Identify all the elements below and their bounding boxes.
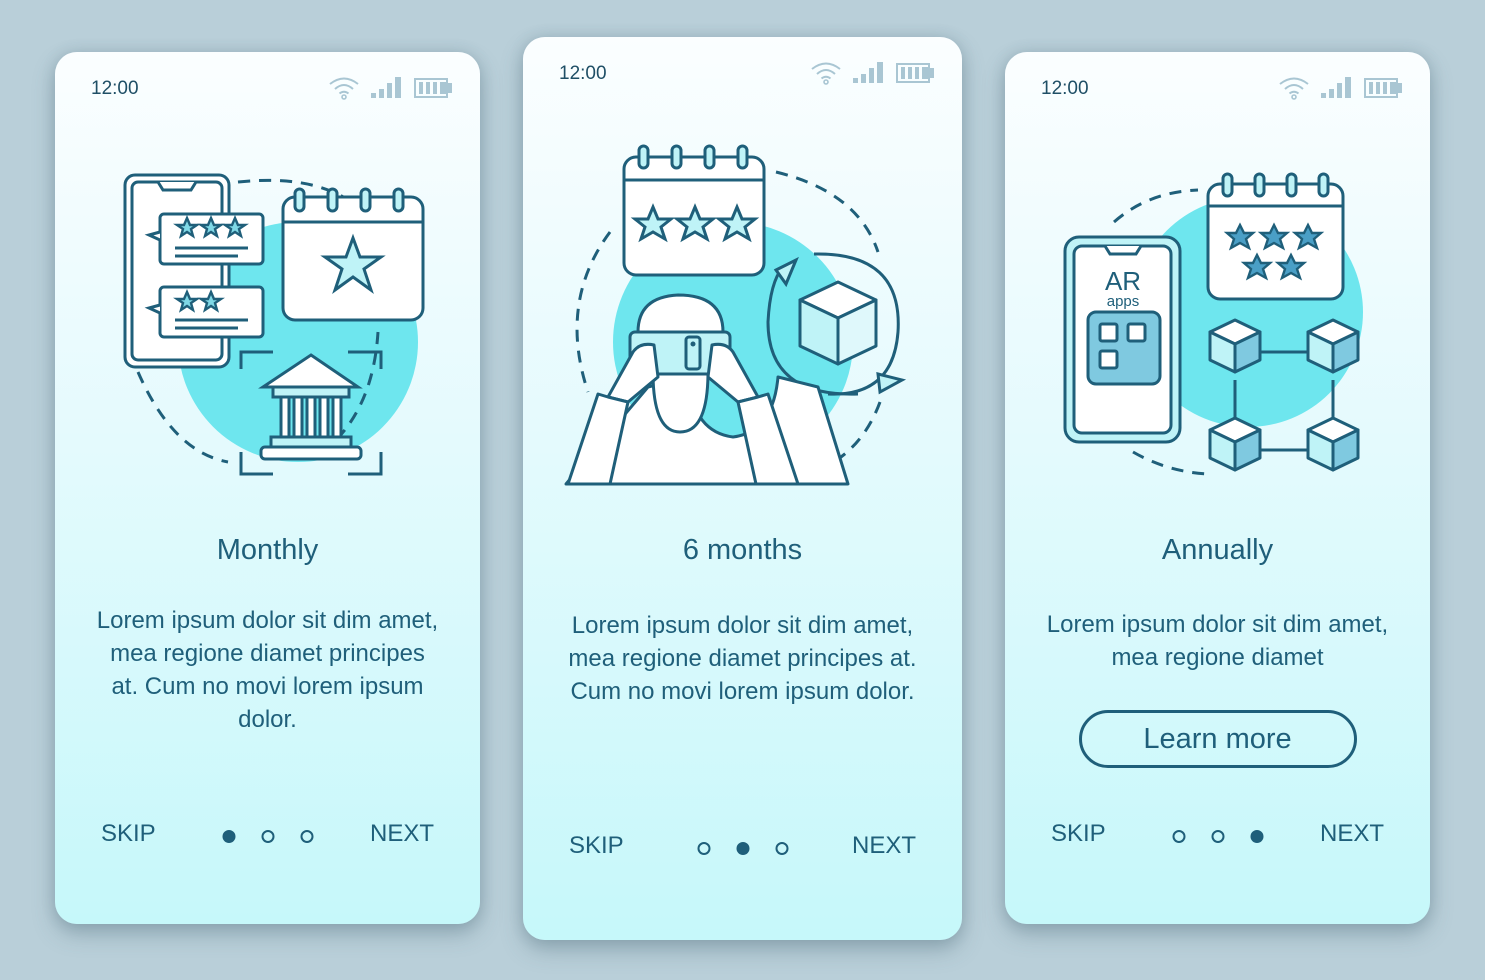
next-button[interactable]: NEXT xyxy=(1320,820,1384,848)
signal-icon xyxy=(853,62,883,83)
pagination-dots xyxy=(1172,830,1263,843)
battery-icon xyxy=(414,78,452,98)
page-dot[interactable] xyxy=(697,842,710,855)
battery-icon xyxy=(1364,78,1402,98)
onboarding-footer: SKIP NEXT xyxy=(55,820,480,860)
block-cube-icon xyxy=(1208,416,1261,472)
block-cube-icon xyxy=(1306,318,1359,374)
signal-icon xyxy=(371,77,401,98)
screen-title: Monthly xyxy=(216,534,319,566)
screen-description: Lorem ipsum dolor sit dim amet, mea regi… xyxy=(1046,611,1389,671)
calendar-icon xyxy=(622,144,765,277)
onboarding-screen-6-months: 12:00 6 months Lorem ipsum dolor sit dim… xyxy=(523,37,962,940)
status-time: 12:00 xyxy=(559,63,607,84)
wifi-icon xyxy=(1279,77,1309,100)
skip-button[interactable]: SKIP xyxy=(101,820,156,848)
illustration-ar-apps: AR apps xyxy=(1005,147,1430,527)
page-dot[interactable] xyxy=(1172,830,1185,843)
page-dot-active[interactable] xyxy=(736,842,749,855)
cube-icon xyxy=(798,280,877,366)
skip-button[interactable]: SKIP xyxy=(569,832,624,860)
pagination-dots xyxy=(222,830,313,843)
screen-description: Lorem ipsum dolor sit dim amet, mea regi… xyxy=(96,607,439,733)
screen-description: Lorem ipsum dolor sit dim amet, mea regi… xyxy=(568,612,917,705)
next-button[interactable]: NEXT xyxy=(852,832,916,860)
phone-apps-text: apps xyxy=(1106,293,1139,310)
onboarding-footer: SKIP NEXT xyxy=(523,832,962,872)
page-dot[interactable] xyxy=(775,842,788,855)
status-icons xyxy=(1278,76,1404,100)
status-icons xyxy=(328,76,454,100)
block-cube-icon xyxy=(1208,318,1261,374)
phone-ar-text: AR xyxy=(1104,266,1140,296)
page-dot[interactable] xyxy=(1211,830,1224,843)
onboarding-screen-annually: 12:00 AR apps Annually Lorem ipsum dolor… xyxy=(1005,52,1430,924)
illustration-ar-person xyxy=(523,132,962,512)
skip-button[interactable]: SKIP xyxy=(1051,820,1106,848)
status-time: 12:00 xyxy=(1041,78,1089,99)
review-bubble-2-stars xyxy=(144,285,264,339)
page-dot-active[interactable] xyxy=(1250,830,1263,843)
pagination-dots xyxy=(697,842,788,855)
onboarding-screen-monthly: 12:00 Monthly Lorem ipsum dolor sit dim … xyxy=(55,52,480,924)
illustration-ratings xyxy=(55,147,480,527)
status-icons xyxy=(810,61,936,85)
calendar-icon xyxy=(281,187,424,322)
onboarding-footer: SKIP NEXT xyxy=(1005,820,1430,860)
screen-title: 6 months xyxy=(682,534,803,566)
page-dot[interactable] xyxy=(261,830,274,843)
calendar-icon xyxy=(1206,172,1344,301)
review-bubble-3-stars xyxy=(144,212,264,266)
block-cube-icon xyxy=(1306,416,1359,472)
battery-icon xyxy=(896,63,934,83)
page-dot-active[interactable] xyxy=(222,830,235,843)
status-time: 12:00 xyxy=(91,78,139,99)
screen-title: Annually xyxy=(1161,534,1274,566)
page-dot[interactable] xyxy=(300,830,313,843)
signal-icon xyxy=(1321,77,1351,98)
next-button[interactable]: NEXT xyxy=(370,820,434,848)
wifi-icon xyxy=(329,77,359,100)
wifi-icon xyxy=(811,62,841,85)
learn-more-button[interactable]: Learn more xyxy=(1078,710,1357,768)
